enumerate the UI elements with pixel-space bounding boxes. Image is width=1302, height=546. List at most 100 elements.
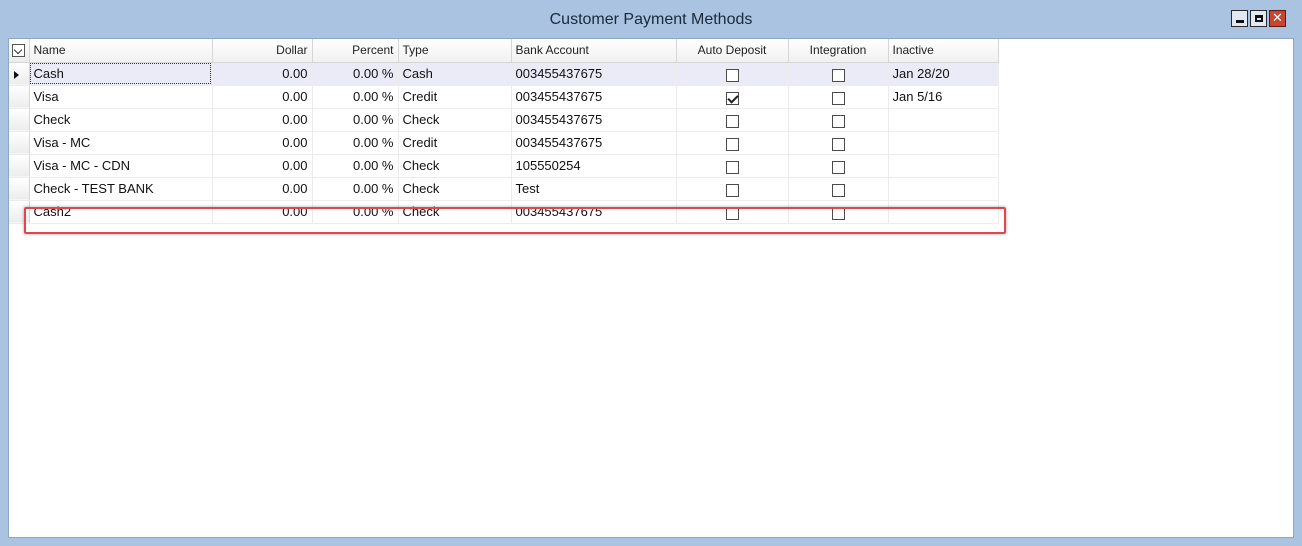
auto-deposit-checkbox[interactable]: [725, 68, 739, 82]
table-row[interactable]: Cash 0.00 0.00 % Cash 003455437675 Jan 2…: [9, 62, 999, 86]
cell-type[interactable]: Check: [398, 108, 512, 132]
integration-checkbox[interactable]: [831, 114, 845, 128]
cell-inactive[interactable]: [888, 154, 999, 178]
cell-percent[interactable]: 0.00 %: [312, 85, 399, 109]
integration-checkbox[interactable]: [831, 160, 845, 174]
minimize-icon: [1235, 19, 1244, 23]
cell-auto-deposit[interactable]: [676, 85, 789, 109]
cell-bank-account[interactable]: 003455437675: [511, 200, 677, 224]
auto-deposit-checkbox[interactable]: [725, 137, 739, 151]
auto-deposit-checkbox[interactable]: [725, 114, 739, 128]
cell-name[interactable]: Visa: [29, 85, 213, 109]
table-row[interactable]: Visa 0.00 0.00 % Credit 003455437675 Jan…: [9, 85, 999, 109]
cell-bank-account[interactable]: 003455437675: [511, 85, 677, 109]
minimize-button[interactable]: [1231, 10, 1248, 27]
cell-dollar[interactable]: 0.00: [212, 200, 313, 224]
cell-name[interactable]: Check - TEST BANK: [29, 177, 213, 201]
cell-bank-account[interactable]: 003455437675: [511, 108, 677, 132]
close-icon: ✕: [1272, 11, 1283, 26]
column-header-integration[interactable]: Integration: [788, 39, 889, 63]
row-selector[interactable]: [9, 154, 30, 178]
column-header-percent[interactable]: Percent: [312, 39, 399, 63]
auto-deposit-checkbox[interactable]: [725, 183, 739, 197]
table-row[interactable]: Check 0.00 0.00 % Check 003455437675: [9, 108, 999, 132]
cell-type[interactable]: Check: [398, 177, 512, 201]
table-row[interactable]: Visa - MC 0.00 0.00 % Credit 00345543767…: [9, 131, 999, 155]
cell-type[interactable]: Check: [398, 200, 512, 224]
cell-integration[interactable]: [788, 85, 889, 109]
cell-auto-deposit[interactable]: [676, 177, 789, 201]
cell-inactive[interactable]: Jan 5/16: [888, 85, 999, 109]
cell-name[interactable]: Visa - MC: [29, 131, 213, 155]
table-row[interactable]: Check - TEST BANK 0.00 0.00 % Check Test: [9, 177, 999, 201]
integration-checkbox[interactable]: [831, 91, 845, 105]
cell-auto-deposit[interactable]: [676, 62, 789, 86]
cell-integration[interactable]: [788, 154, 889, 178]
cell-integration[interactable]: [788, 131, 889, 155]
cell-dollar[interactable]: 0.00: [212, 108, 313, 132]
cell-type[interactable]: Cash: [398, 62, 512, 86]
cell-bank-account[interactable]: 003455437675: [511, 62, 677, 86]
integration-checkbox[interactable]: [831, 206, 845, 220]
cell-integration[interactable]: [788, 177, 889, 201]
column-header-dollar[interactable]: Dollar: [212, 39, 313, 63]
cell-bank-account[interactable]: 003455437675: [511, 131, 677, 155]
cell-name[interactable]: Check: [29, 108, 213, 132]
table-row[interactable]: Visa - MC - CDN 0.00 0.00 % Check 105550…: [9, 154, 999, 178]
column-header-auto-deposit[interactable]: Auto Deposit: [676, 39, 789, 63]
cell-integration[interactable]: [788, 62, 889, 86]
column-chooser-button[interactable]: [9, 39, 30, 63]
column-header-bank-account[interactable]: Bank Account: [511, 39, 677, 63]
cell-percent[interactable]: 0.00 %: [312, 177, 399, 201]
cell-integration[interactable]: [788, 200, 889, 224]
cell-inactive[interactable]: [888, 177, 999, 201]
title-bar[interactable]: Customer Payment Methods ✕: [0, 0, 1302, 38]
close-button[interactable]: ✕: [1269, 10, 1286, 27]
row-selector[interactable]: [9, 177, 30, 201]
maximize-button[interactable]: [1250, 10, 1267, 27]
cell-auto-deposit[interactable]: [676, 200, 789, 224]
cell-integration[interactable]: [788, 108, 889, 132]
cell-percent[interactable]: 0.00 %: [312, 108, 399, 132]
cell-name[interactable]: Cash2: [29, 200, 213, 224]
auto-deposit-checkbox[interactable]: [725, 206, 739, 220]
cell-bank-account[interactable]: 105550254: [511, 154, 677, 178]
cell-type[interactable]: Check: [398, 154, 512, 178]
cell-inactive[interactable]: [888, 200, 999, 224]
cell-dollar[interactable]: 0.00: [212, 154, 313, 178]
cell-inactive[interactable]: Jan 28/20: [888, 62, 999, 86]
row-selector[interactable]: [9, 131, 30, 155]
cell-percent[interactable]: 0.00 %: [312, 62, 399, 86]
cell-percent[interactable]: 0.00 %: [312, 200, 399, 224]
cell-percent[interactable]: 0.00 %: [312, 131, 399, 155]
cell-dollar[interactable]: 0.00: [212, 85, 313, 109]
integration-checkbox[interactable]: [831, 183, 845, 197]
column-header-inactive[interactable]: Inactive: [888, 39, 999, 63]
row-selector[interactable]: [9, 200, 30, 224]
cell-name[interactable]: Cash: [29, 62, 213, 86]
table-row[interactable]: Cash2 0.00 0.00 % Check 003455437675: [9, 200, 999, 224]
integration-checkbox[interactable]: [831, 68, 845, 82]
cell-percent[interactable]: 0.00 %: [312, 154, 399, 178]
cell-bank-account[interactable]: Test: [511, 177, 677, 201]
column-header-type[interactable]: Type: [398, 39, 512, 63]
cell-auto-deposit[interactable]: [676, 131, 789, 155]
cell-dollar[interactable]: 0.00: [212, 177, 313, 201]
integration-checkbox[interactable]: [831, 137, 845, 151]
cell-inactive[interactable]: [888, 108, 999, 132]
cell-name[interactable]: Visa - MC - CDN: [29, 154, 213, 178]
cell-auto-deposit[interactable]: [676, 108, 789, 132]
row-selector[interactable]: [9, 85, 30, 109]
maximize-icon: [1254, 15, 1263, 22]
row-selector[interactable]: [9, 62, 30, 86]
cell-type[interactable]: Credit: [398, 131, 512, 155]
cell-dollar[interactable]: 0.00: [212, 62, 313, 86]
auto-deposit-checkbox[interactable]: [725, 160, 739, 174]
row-selector[interactable]: [9, 108, 30, 132]
auto-deposit-checkbox[interactable]: [725, 91, 739, 105]
cell-dollar[interactable]: 0.00: [212, 131, 313, 155]
cell-inactive[interactable]: [888, 131, 999, 155]
cell-type[interactable]: Credit: [398, 85, 512, 109]
cell-auto-deposit[interactable]: [676, 154, 789, 178]
column-header-name[interactable]: Name: [29, 39, 213, 63]
